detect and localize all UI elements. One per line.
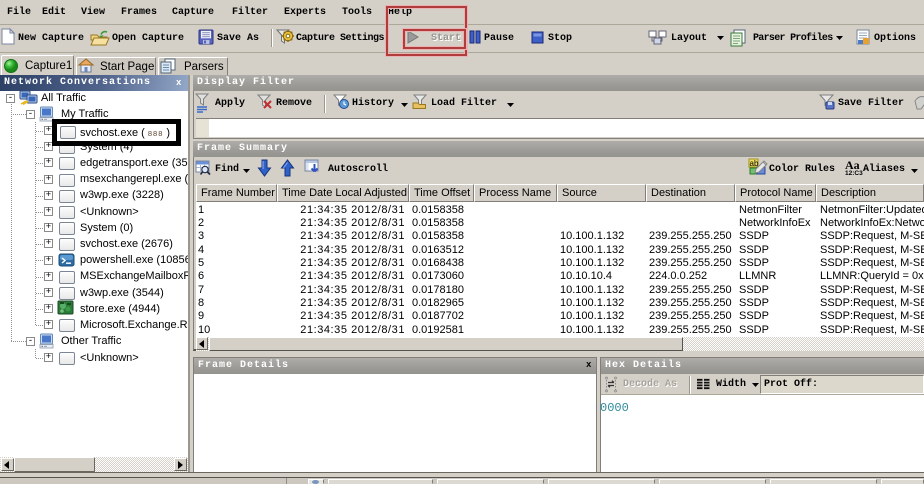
svg-text:12:C3: 12:C3 <box>845 170 863 177</box>
